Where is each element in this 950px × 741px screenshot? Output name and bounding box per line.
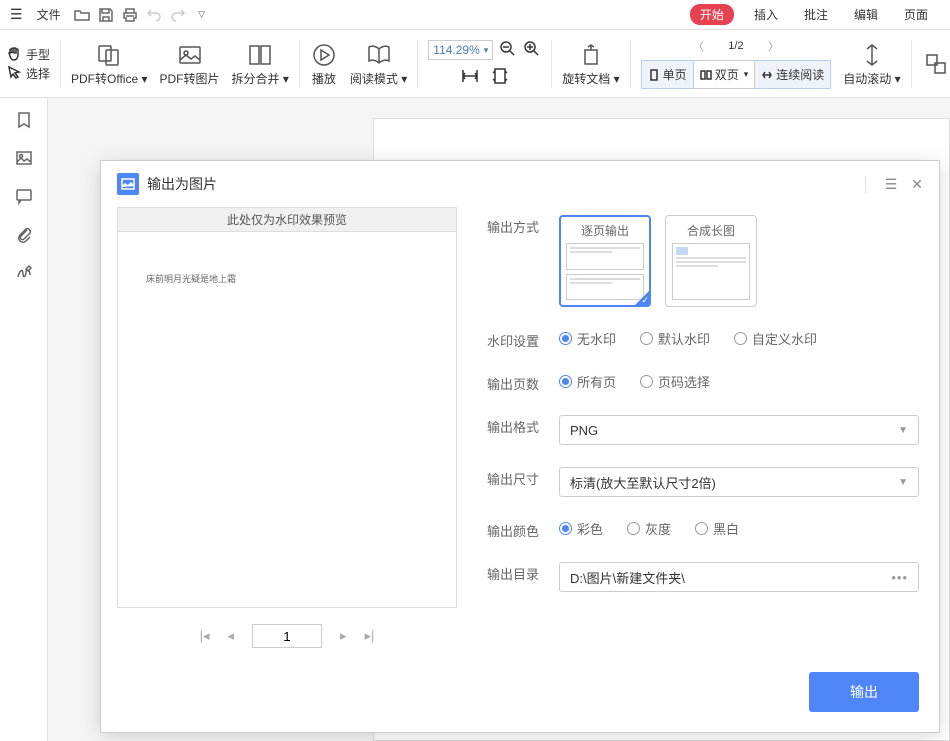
zoom-level[interactable]: 114.29% ▾ — [428, 40, 493, 60]
redo-icon[interactable] — [167, 4, 189, 26]
dialog-body: 此处仅为水印效果预览 床前明月光疑是地上霜 |◂ ◂ ▸ ▸| 输出方式 逐页输… — [101, 207, 939, 672]
rotate[interactable]: 旋转文档 ▾ — [556, 30, 625, 97]
radio-custom-watermark[interactable]: 自定义水印 — [734, 329, 817, 348]
open-icon[interactable] — [71, 4, 93, 26]
dialog-title: 输出为图片 — [147, 174, 217, 194]
scroll-icon — [858, 41, 886, 69]
format-select[interactable]: PNG▼ — [559, 415, 919, 445]
menu-icon[interactable]: ☰ — [6, 4, 27, 25]
prev-page-icon[interactable]: 〈 — [693, 38, 704, 54]
auto-scroll[interactable]: 自动滚动 ▾ — [837, 30, 906, 97]
pager: |◂ ◂ ▸ ▸| — [117, 616, 457, 656]
export-button[interactable]: 输出 — [809, 672, 919, 712]
label-watermark: 水印设置 — [487, 329, 559, 350]
tab-edit[interactable]: 编辑 — [848, 4, 884, 25]
pdf-to-office[interactable]: PDF转Office ▾ — [65, 30, 154, 97]
play[interactable]: 播放 — [304, 30, 344, 97]
mode-long-image[interactable]: 合成长图 — [665, 215, 757, 307]
export-image-dialog: 输出为图片 │ ☰ ✕ 此处仅为水印效果预览 床前明月光疑是地上霜 |◂ ◂ ▸… — [100, 160, 940, 733]
comment-icon[interactable] — [14, 186, 34, 206]
radio-select-pages[interactable]: 页码选择 — [640, 372, 710, 391]
file-menu[interactable]: 文件 — [37, 6, 61, 23]
dialog-actions: │ ☰ ✕ — [862, 176, 923, 193]
label-size: 输出尺寸 — [487, 467, 559, 488]
save-icon[interactable] — [95, 4, 117, 26]
rotate-icon — [577, 41, 605, 69]
preview-hint: 此处仅为水印效果预览 — [117, 207, 457, 231]
read-mode[interactable]: 阅读模式 ▾ — [344, 30, 413, 97]
radio-no-watermark[interactable]: 无水印 — [559, 329, 616, 348]
cursor-tools: 手型 选择 — [0, 42, 56, 86]
book-icon — [365, 41, 393, 69]
label-pages: 输出页数 — [487, 372, 559, 393]
page-nav-group: 〈 1/2 〉 单页 双页▾ 连续阅读 — [635, 30, 838, 97]
radio-color[interactable]: 彩色 — [559, 519, 603, 538]
zoom-out-icon[interactable] — [499, 40, 517, 61]
label-format: 输出格式 — [487, 415, 559, 436]
radio-gray[interactable]: 灰度 — [627, 519, 671, 538]
dialog-icon — [117, 173, 139, 195]
close-icon[interactable]: ✕ — [911, 176, 923, 193]
view-continuous[interactable]: 连续阅读 — [755, 60, 831, 89]
split-merge[interactable]: 拆分合并 ▾ — [226, 30, 295, 97]
last-page-icon[interactable]: ▸| — [365, 628, 375, 644]
page-input[interactable] — [252, 624, 322, 648]
browse-icon[interactable]: ••• — [891, 570, 908, 585]
preview-page: 床前明月光疑是地上霜 — [117, 231, 457, 608]
print-icon[interactable] — [119, 4, 141, 26]
hand-tool[interactable]: 手型 — [6, 46, 50, 63]
radio-all-pages[interactable]: 所有页 — [559, 372, 616, 391]
pdf-office-icon — [95, 41, 123, 69]
menubar: ☰ 文件 ▽ 开始 插入 批注 编辑 页面 — [0, 0, 950, 30]
image-icon[interactable] — [14, 148, 34, 168]
mode-per-page[interactable]: 逐页输出 — [559, 215, 651, 307]
fit-page-icon[interactable] — [491, 67, 509, 88]
tab-page[interactable]: 页面 — [898, 4, 934, 25]
view-toggle: 单页 双页▾ 连续阅读 — [641, 60, 832, 89]
label-dir: 输出目录 — [487, 562, 559, 583]
undo-icon[interactable] — [143, 4, 165, 26]
pdf-image-icon — [176, 41, 204, 69]
attachment-icon[interactable] — [14, 224, 34, 244]
next-page-icon[interactable]: 〉 — [768, 38, 779, 54]
fit-width-icon[interactable] — [461, 67, 479, 88]
next-page-icon[interactable]: ▸ — [340, 628, 347, 644]
qat-dropdown-icon[interactable]: ▽ — [191, 4, 213, 26]
split-icon — [246, 41, 274, 69]
settings-panel: 输出方式 逐页输出 合成长图 水印设置 无水印 — [487, 207, 923, 656]
view-double[interactable]: 双页▾ — [694, 60, 756, 89]
translate-icon — [922, 50, 950, 78]
dialog-footer: 输出 — [101, 672, 939, 732]
label-color: 输出颜色 — [487, 519, 559, 540]
sidebar — [0, 98, 48, 741]
menu-tabs: 开始 插入 批注 编辑 页面 — [690, 4, 944, 25]
preview-panel: 此处仅为水印效果预览 床前明月光疑是地上霜 |◂ ◂ ▸ ▸| — [117, 207, 457, 656]
pdf-to-image[interactable]: PDF转图片 — [154, 30, 226, 97]
output-path[interactable]: D:\图片\新建文件夹\••• — [559, 562, 919, 592]
radio-bw[interactable]: 黑白 — [695, 519, 739, 538]
menu-icon[interactable]: ☰ — [885, 176, 898, 193]
tab-start[interactable]: 开始 — [690, 4, 734, 25]
bookmark-icon[interactable] — [14, 110, 34, 130]
first-page-icon[interactable]: |◂ — [200, 628, 210, 644]
play-icon — [310, 41, 338, 69]
ribbon: 手型 选择 PDF转Office ▾ PDF转图片 拆分合并 ▾ 播放 阅读模式… — [0, 30, 950, 98]
signature-icon[interactable] — [14, 262, 34, 282]
select-tool[interactable]: 选择 — [6, 65, 50, 82]
prev-page-icon[interactable]: ◂ — [227, 628, 234, 644]
zoom-in-icon[interactable] — [523, 40, 541, 61]
menubar-left: ☰ 文件 ▽ — [6, 4, 213, 26]
label-output-mode: 输出方式 — [487, 215, 559, 236]
separator: │ — [862, 176, 871, 193]
tab-insert[interactable]: 插入 — [748, 4, 784, 25]
dialog-header: 输出为图片 │ ☰ ✕ — [101, 161, 939, 207]
tab-annotate[interactable]: 批注 — [798, 4, 834, 25]
zoom-group: 114.29% ▾ — [422, 30, 547, 97]
size-select[interactable]: 标清(放大至默认尺寸2倍)▼ — [559, 467, 919, 497]
preview-text: 床前明月光疑是地上霜 — [146, 272, 428, 285]
ribbon-more[interactable] — [916, 30, 950, 97]
view-single[interactable]: 单页 — [641, 60, 694, 89]
page-indicator[interactable]: 1/2 — [716, 40, 756, 52]
radio-default-watermark[interactable]: 默认水印 — [640, 329, 710, 348]
